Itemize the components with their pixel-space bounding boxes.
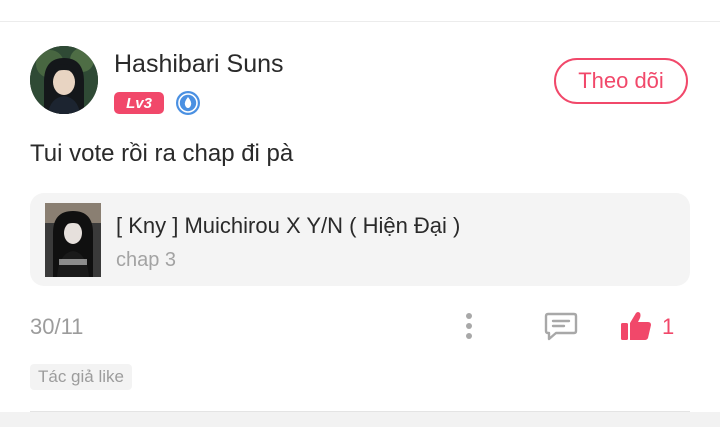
comment-text: Tui vote rồi ra chap đi pà xyxy=(30,140,294,167)
story-cover-image xyxy=(45,203,101,277)
follow-button[interactable]: Theo dõi xyxy=(554,58,688,104)
story-card[interactable]: [ Kny ] Muichirou X Y/N ( Hiện Đại ) cha… xyxy=(30,193,690,286)
comment-icon[interactable] xyxy=(544,311,578,341)
bottom-separator-band xyxy=(0,412,720,427)
username[interactable]: Hashibari Suns xyxy=(114,50,284,79)
more-vertical-icon[interactable] xyxy=(458,310,480,342)
level-badge: Lv3 xyxy=(114,92,164,114)
avatar-image xyxy=(30,46,98,114)
top-divider xyxy=(0,21,720,22)
story-chapter: chap 3 xyxy=(116,249,177,271)
author-like-tag: Tác giả like xyxy=(30,364,132,390)
like-count: 1 xyxy=(662,314,675,339)
thumbs-up-icon[interactable] xyxy=(619,310,653,342)
avatar[interactable] xyxy=(30,46,98,114)
verified-badge-icon xyxy=(175,90,201,116)
comment-date: 30/11 xyxy=(30,314,84,339)
story-title: [ Kny ] Muichirou X Y/N ( Hiện Đại ) xyxy=(116,213,461,238)
